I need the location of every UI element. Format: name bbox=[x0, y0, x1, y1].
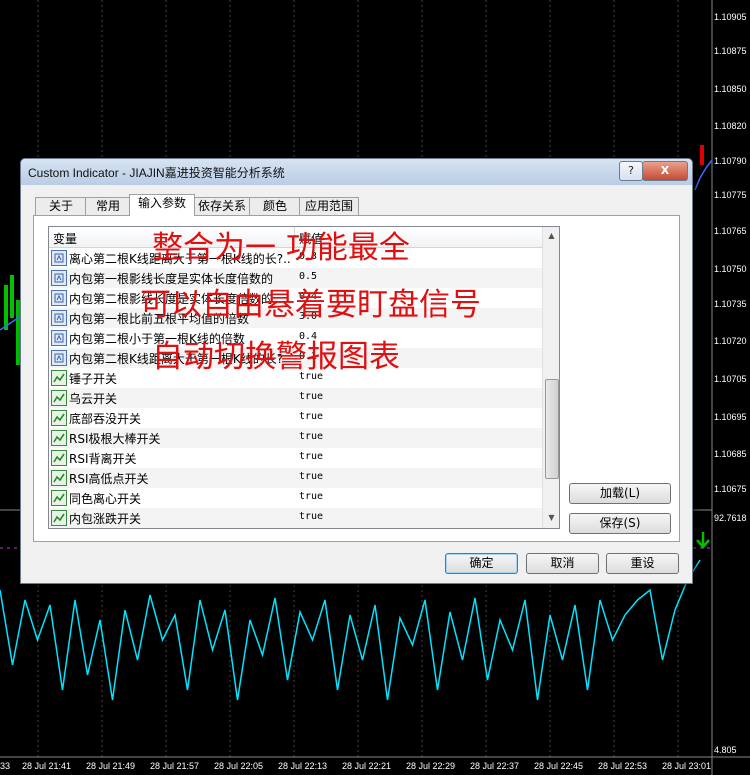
number-icon bbox=[51, 250, 67, 266]
parameter-name: RSI高低点开关 bbox=[69, 472, 149, 486]
parameter-name: 底部吞没开关 bbox=[69, 412, 142, 426]
bool-icon bbox=[51, 430, 67, 446]
bool-icon bbox=[51, 510, 67, 526]
bool-icon bbox=[51, 370, 67, 386]
bool-icon bbox=[51, 470, 67, 486]
parameter-value[interactable]: true bbox=[299, 431, 323, 442]
time-label: 28 Jul 23:01 bbox=[662, 761, 712, 771]
bool-icon bbox=[51, 390, 67, 406]
price-label: 1.10775 bbox=[714, 190, 747, 200]
list-item[interactable]: RSI极根大棒开关 true bbox=[49, 428, 559, 448]
price-label: 1.10750 bbox=[714, 264, 747, 274]
parameter-value[interactable]: true bbox=[299, 511, 323, 522]
time-label: 28 Jul 21:41 bbox=[22, 761, 72, 771]
time-label: 28 Jul 22:37 bbox=[470, 761, 520, 771]
number-icon bbox=[51, 310, 67, 326]
parameter-name: RSI极根大棒开关 bbox=[69, 432, 161, 446]
time-label: 28 Jul 22:53 bbox=[598, 761, 648, 771]
bool-icon bbox=[51, 450, 67, 466]
price-label: 1.10735 bbox=[714, 299, 747, 309]
cancel-button[interactable]: 取消 bbox=[526, 553, 599, 574]
scroll-up-icon[interactable]: ▲ bbox=[545, 229, 558, 243]
parameter-value[interactable]: true bbox=[299, 491, 323, 502]
tab-dependencies[interactable]: 依存关系 bbox=[193, 197, 251, 215]
dialog-titlebar[interactable]: Custom Indicator - JIAJIN嘉进投资智能分析系统 ? X bbox=[21, 159, 692, 185]
ok-button[interactable]: 确定 bbox=[445, 553, 518, 574]
parameter-value[interactable]: true bbox=[299, 411, 323, 422]
save-button[interactable]: 保存(S) bbox=[569, 513, 671, 534]
parameter-value[interactable]: true bbox=[299, 451, 323, 462]
list-scrollbar[interactable]: ▲ ▼ bbox=[542, 227, 559, 528]
time-label: 28 Jul 22:21 bbox=[342, 761, 392, 771]
parameter-name: 同色离心开关 bbox=[69, 492, 142, 506]
price-label: 1.10820 bbox=[714, 121, 747, 131]
header-variable[interactable]: 变量 bbox=[53, 230, 77, 247]
close-button[interactable]: X bbox=[642, 161, 688, 181]
list-item[interactable]: 同色离心开关 true bbox=[49, 488, 559, 508]
promo-text-line1: 整合为一 功能最全 bbox=[152, 230, 410, 266]
number-icon bbox=[51, 350, 67, 366]
list-item[interactable]: 乌云开关 true bbox=[49, 388, 559, 408]
number-icon bbox=[51, 270, 67, 286]
parameter-name: 乌云开关 bbox=[69, 392, 118, 406]
parameter-name: 锤子开关 bbox=[69, 372, 118, 386]
tab-inputs[interactable]: 输入参数 bbox=[129, 194, 195, 216]
parameter-name: RSI背离开关 bbox=[69, 452, 137, 466]
price-label: 1.10850 bbox=[714, 84, 747, 94]
promo-text-line2: 可以自由悬着要盯盘信号 bbox=[140, 287, 481, 323]
indicator-value: 92.7618 bbox=[714, 513, 747, 523]
price-label: 1.10720 bbox=[714, 336, 747, 346]
reset-button[interactable]: 重设 bbox=[606, 553, 679, 574]
time-label: 28 Jul 22:45 bbox=[534, 761, 584, 771]
number-icon bbox=[51, 290, 67, 306]
list-item[interactable]: RSI背离开关 true bbox=[49, 448, 559, 468]
tab-common[interactable]: 常用 bbox=[85, 197, 131, 215]
parameter-value[interactable]: true bbox=[299, 471, 323, 482]
parameter-name: 内包涨跌开关 bbox=[69, 512, 142, 526]
bool-icon bbox=[51, 490, 67, 506]
parameter-value[interactable]: true bbox=[299, 391, 323, 402]
scroll-down-icon[interactable]: ▼ bbox=[545, 511, 558, 525]
parameters-list[interactable]: 变量 赋值 离心第二根K线距离大于第一根K线的长?.. 0.3 内包第一根影线长度是… bbox=[48, 226, 560, 529]
scroll-thumb[interactable] bbox=[545, 379, 559, 479]
load-button[interactable]: 加载(L) bbox=[569, 483, 671, 504]
price-label: 1.10765 bbox=[714, 226, 747, 236]
dialog-title: Custom Indicator - JIAJIN嘉进投资智能分析系统 bbox=[28, 166, 285, 180]
list-item[interactable]: RSI高低点开关 true bbox=[49, 468, 559, 488]
time-label: 33 bbox=[0, 761, 11, 771]
tab-about[interactable]: 关于 bbox=[35, 197, 87, 215]
list-item[interactable]: 内包涨跌开关 true bbox=[49, 508, 559, 528]
price-label: 1.10705 bbox=[714, 374, 747, 384]
time-label: 28 Jul 21:57 bbox=[150, 761, 200, 771]
price-label: 1.10695 bbox=[714, 412, 747, 422]
time-label: 28 Jul 22:13 bbox=[278, 761, 328, 771]
tab-visualization[interactable]: 应用范围 bbox=[299, 197, 359, 215]
time-label: 28 Jul 21:49 bbox=[86, 761, 136, 771]
price-label: 1.10685 bbox=[714, 449, 747, 459]
bottom-value: 4.805 bbox=[714, 745, 737, 755]
time-label: 28 Jul 22:29 bbox=[406, 761, 456, 771]
price-label: 1.10790 bbox=[714, 156, 747, 166]
number-icon bbox=[51, 330, 67, 346]
down-arrow-icon bbox=[696, 532, 710, 549]
promo-text-line3: 自动切换警报图表 bbox=[152, 339, 400, 375]
price-label: 1.10675 bbox=[714, 484, 747, 494]
price-label: 1.10905 bbox=[714, 12, 747, 22]
list-item[interactable]: 底部吞没开关 true bbox=[49, 408, 559, 428]
tab-colors[interactable]: 颜色 bbox=[249, 197, 301, 215]
help-button[interactable]: ? bbox=[619, 161, 643, 181]
time-label: 28 Jul 22:05 bbox=[214, 761, 264, 771]
price-label: 1.10875 bbox=[714, 46, 747, 56]
bool-icon bbox=[51, 410, 67, 426]
